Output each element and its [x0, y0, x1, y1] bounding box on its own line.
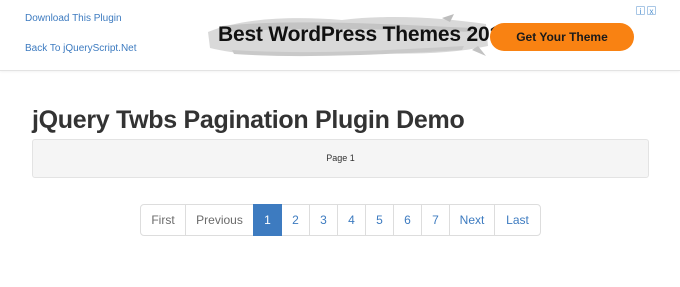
page-previous-button[interactable]: Previous: [185, 204, 254, 236]
ad-banner[interactable]: Best WordPress Themes 2016 Get Your Them…: [200, 7, 656, 65]
page-4-button[interactable]: 4: [337, 204, 366, 236]
page-6-button[interactable]: 6: [393, 204, 422, 236]
pagination: First Previous 1 2 3 4 5 6 7 Next Last: [140, 204, 541, 236]
page-7-button[interactable]: 7: [421, 204, 450, 236]
top-banner-area: Download This Plugin Back To jQueryScrip…: [0, 0, 680, 71]
page-last-button[interactable]: Last: [494, 204, 541, 236]
ad-close-icon[interactable]: x: [647, 6, 656, 16]
page-title: jQuery Twbs Pagination Plugin Demo: [32, 106, 465, 134]
page-content-text: Page 1: [326, 153, 355, 163]
ad-info-icon[interactable]: i: [636, 6, 645, 16]
download-plugin-link[interactable]: Download This Plugin: [25, 13, 137, 25]
ad-headline: Best WordPress Themes 2016: [218, 23, 513, 46]
get-your-theme-button[interactable]: Get Your Theme: [490, 23, 634, 51]
page-1-button[interactable]: 1: [253, 204, 282, 236]
page-2-button[interactable]: 2: [281, 204, 310, 236]
header-links: Download This Plugin Back To jQueryScrip…: [25, 13, 137, 55]
page-next-button[interactable]: Next: [449, 204, 495, 236]
page-first-button[interactable]: First: [140, 204, 186, 236]
page-5-button[interactable]: 5: [365, 204, 394, 236]
back-to-site-link[interactable]: Back To jQueryScript.Net: [25, 43, 137, 55]
page-3-button[interactable]: 3: [309, 204, 338, 236]
ad-choices[interactable]: i x: [636, 6, 656, 17]
page-content-well: Page 1: [32, 139, 649, 178]
